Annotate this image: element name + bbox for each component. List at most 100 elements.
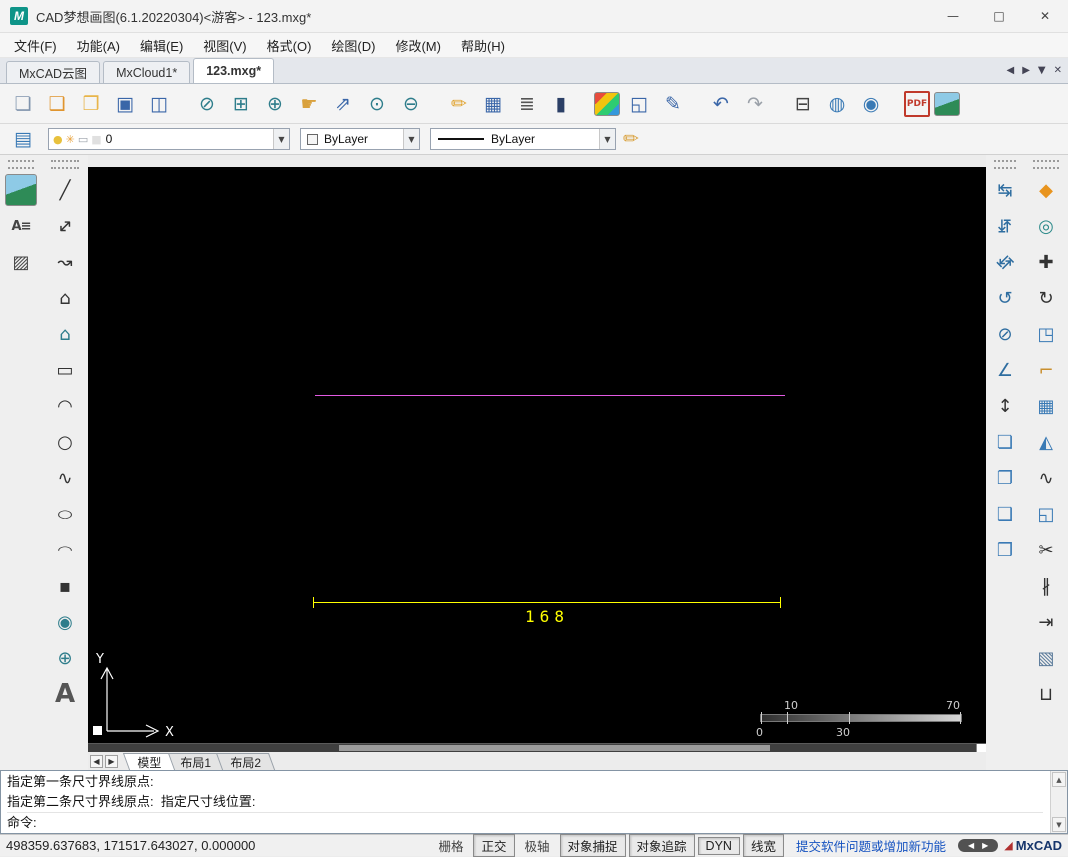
stretch-icon[interactable]: ◳ (1030, 318, 1062, 350)
erase-icon[interactable]: ◆ (1030, 174, 1062, 206)
tab-123mxg[interactable]: 123.mxg* (193, 58, 275, 83)
scrollbar-thumb[interactable] (339, 745, 771, 751)
inscribed-polygon-icon[interactable]: ⌂ (49, 318, 81, 350)
dropdown-arrow-icon[interactable]: ▼ (273, 129, 289, 149)
dim-rotated-icon[interactable]: ↹ (982, 239, 1027, 284)
menu-draw[interactable]: 绘图(D) (321, 33, 385, 58)
continue-dim-icon[interactable]: ❑ (989, 498, 1021, 530)
minimize-button[interactable]: — (930, 0, 976, 32)
toolbar-grip[interactable] (51, 160, 79, 169)
toolbar-grip[interactable] (1032, 160, 1060, 169)
command-scrollbar[interactable]: ▲ ▼ (1050, 771, 1067, 833)
construction-line-icon[interactable]: ↔ (42, 203, 87, 248)
pdf-export-icon[interactable]: PDF (904, 90, 930, 117)
feedback-link[interactable]: 提交软件问题或增加新功能 (796, 836, 946, 855)
scroll-up-icon[interactable]: ▲ (1052, 772, 1066, 787)
trim-icon[interactable]: ✂ (1030, 534, 1062, 566)
scroll-down-icon[interactable]: ▼ (1052, 817, 1066, 832)
tabs-list-icon[interactable]: ▼ (1038, 65, 1046, 76)
array-icon[interactable]: ▦ (1030, 390, 1062, 422)
point-icon[interactable]: ▪ (49, 570, 81, 602)
dropdown-arrow-icon[interactable]: ▼ (599, 129, 615, 149)
text-icon[interactable]: A (49, 678, 81, 710)
tab-mxcad-cloud[interactable]: MxCAD云图 (6, 61, 101, 83)
offset-icon[interactable]: ⌐ (1030, 354, 1062, 386)
dim-radius-icon[interactable]: ↺ (989, 282, 1021, 314)
polygon-icon[interactable]: ⌂ (49, 282, 81, 314)
text-style-icon[interactable]: A≡ (5, 210, 37, 242)
linetype-combo[interactable]: ByLayer ▼ (430, 128, 616, 150)
drawing-canvas[interactable]: 168 Y X 10 70 0 30 (88, 167, 986, 743)
layer-manager-icon[interactable]: ▤ (8, 124, 38, 154)
close-button[interactable]: ✕ (1022, 0, 1068, 32)
tab-mxcloud1[interactable]: MxCloud1* (103, 61, 191, 83)
open-file-icon[interactable]: ❒ (76, 89, 106, 119)
undo-icon[interactable]: ↶ (706, 89, 736, 119)
menu-view[interactable]: 视图(V) (193, 33, 256, 58)
zoom-window-icon[interactable]: ⊞ (226, 89, 256, 119)
tabs-scroll-right-icon[interactable]: ▶ (1022, 65, 1030, 76)
dimension-entity[interactable]: 168 (313, 592, 781, 634)
resize-grip[interactable] (976, 744, 986, 752)
color-palette-icon[interactable]: ▦ (594, 91, 620, 116)
extend-icon[interactable]: ⇥ (1030, 606, 1062, 638)
copy-icon[interactable]: ◎ (1030, 210, 1062, 242)
toggle-osnap[interactable]: 对象捕捉 (559, 834, 626, 857)
entity-line[interactable] (315, 395, 785, 396)
command-line-area[interactable]: 指定第一条尺寸界线原点: 指定第二条尺寸界线原点: 指定尺寸线位置: 命令: ▲ ▼ (0, 770, 1068, 834)
explode-icon[interactable]: ⊔ (1030, 678, 1062, 710)
circle-icon[interactable]: ○ (49, 426, 81, 458)
canvas-horizontal-scrollbar[interactable] (88, 743, 986, 752)
table-icon[interactable]: ▦ (478, 89, 508, 119)
scale-icon[interactable]: ◱ (1030, 498, 1062, 530)
open-template-icon[interactable]: ❑ (42, 89, 72, 119)
menu-file[interactable]: 文件(F) (4, 33, 67, 58)
nav-left-icon[interactable]: ◀ (968, 841, 974, 850)
move-icon[interactable]: ✚ (1030, 246, 1062, 278)
menu-modify[interactable]: 修改(M) (385, 33, 451, 58)
print-icon[interactable]: ⊟ (788, 89, 818, 119)
named-views-icon[interactable]: ◱ (624, 89, 654, 119)
menu-function[interactable]: 功能(A) (67, 33, 130, 58)
region-icon[interactable]: ⊕ (49, 642, 81, 674)
toolbar-grip[interactable] (8, 160, 34, 169)
tabs-scroll-left-icon[interactable]: ◀ (1007, 65, 1015, 76)
dim-diameter-icon[interactable]: ⊘ (989, 318, 1021, 350)
color-combo[interactable]: ByLayer ▼ (300, 128, 420, 150)
explode-3d-icon[interactable]: ▧ (1030, 642, 1062, 674)
insert-raster-image-icon[interactable] (5, 174, 37, 206)
toolbar-grip[interactable] (993, 160, 1017, 169)
zoom-previous-icon[interactable]: ⊘ (192, 89, 222, 119)
line-icon[interactable]: ╱ (49, 174, 81, 206)
properties-panel-icon[interactable]: ▮ (546, 89, 576, 119)
redline-pencil-icon[interactable]: ✏ (444, 89, 474, 119)
redo-icon[interactable]: ↷ (740, 89, 770, 119)
dim-angular-icon[interactable]: ∠ (989, 354, 1021, 386)
layout-tab-model[interactable]: 模型 (122, 753, 176, 770)
dropdown-arrow-icon[interactable]: ▼ (403, 129, 419, 149)
draworder-icon[interactable]: ✏ (616, 124, 646, 154)
ellipse-arc-icon[interactable]: ◠ (49, 540, 81, 559)
hatch-icon[interactable]: ▨ (5, 246, 37, 278)
toggle-ortho[interactable]: 正交 (473, 834, 515, 857)
mirror-icon[interactable]: ◭ (1030, 426, 1062, 458)
edit-polyline-icon[interactable]: ∿ (1030, 462, 1062, 494)
web-publish-icon[interactable]: ◉ (856, 89, 886, 119)
nav-right-icon[interactable]: ▶ (982, 841, 988, 850)
toggle-polar[interactable]: 极轴 (518, 835, 557, 856)
layout-tab-layout2[interactable]: 布局2 (215, 753, 275, 770)
rotate-icon[interactable]: ↻ (1030, 282, 1062, 314)
command-history[interactable]: 指定第一条尺寸界线原点: 指定第二条尺寸界线原点: 指定尺寸线位置: 命令: (1, 771, 1049, 833)
spline-icon[interactable]: ∿ (49, 462, 81, 494)
pan-icon[interactable]: ☛ (294, 89, 324, 119)
save-all-icon[interactable]: ◫ (144, 89, 174, 119)
baseline-dim-icon[interactable]: ❐ (989, 462, 1021, 494)
donut-icon[interactable]: ◉ (49, 606, 81, 638)
quick-dim-icon[interactable]: ❏ (989, 426, 1021, 458)
leader-icon[interactable]: ❒ (989, 534, 1021, 566)
zoom-extents-icon[interactable]: ⊙ (362, 89, 392, 119)
polyline-icon[interactable]: ↝ (49, 246, 81, 278)
toggle-dyn[interactable]: DYN (697, 836, 740, 855)
dynamic-zoom-icon[interactable]: ⇗ (328, 89, 358, 119)
arc-icon[interactable]: ◠ (49, 390, 81, 422)
